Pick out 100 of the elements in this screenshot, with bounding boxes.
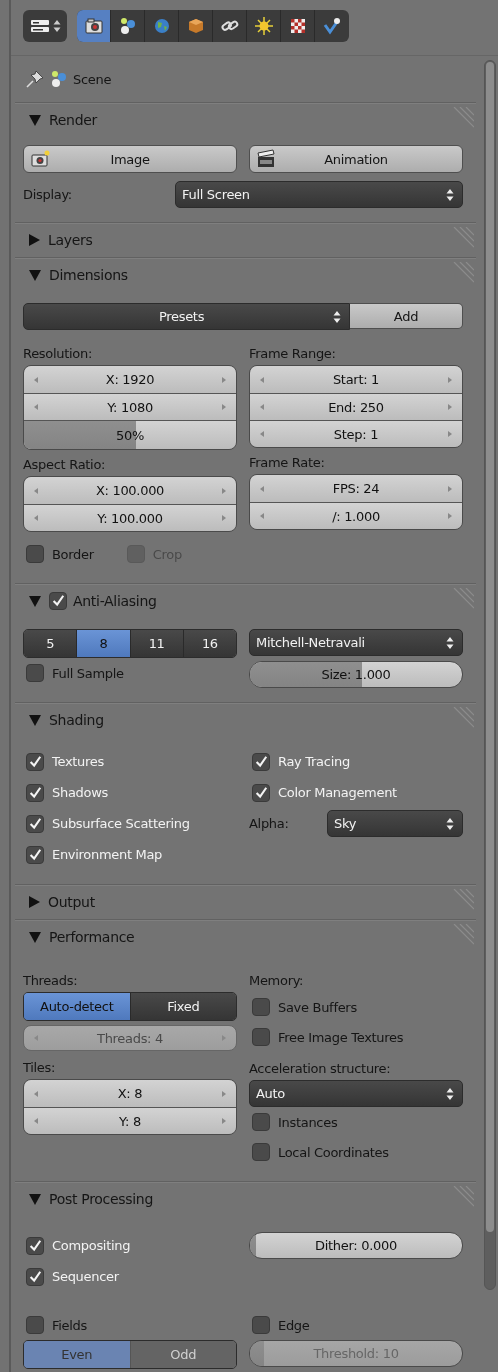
spheres-icon: [49, 69, 69, 89]
right-arrow-icon: [222, 376, 226, 383]
slider[interactable]: Size: 1.000: [249, 661, 463, 688]
left-arrow-icon: [34, 376, 38, 383]
number-field[interactable]: /: 1.000: [250, 502, 462, 529]
scrollbar[interactable]: [484, 60, 496, 1290]
checkbox[interactable]: [252, 752, 270, 771]
toggle-button[interactable]: 16: [183, 630, 236, 657]
checkbox-label[interactable]: Save Buffers: [278, 999, 357, 1015]
number-field[interactable]: End: 250: [250, 393, 462, 420]
panel-title[interactable]: Post Processing: [49, 1191, 153, 1207]
disclosure-triangle-icon[interactable]: [29, 269, 41, 281]
right-arrow-icon: [222, 404, 226, 410]
add-button[interactable]: Add: [350, 303, 463, 329]
number-field[interactable]: Step: 1: [250, 420, 462, 447]
toggle-button[interactable]: 8: [77, 630, 131, 657]
right-arrow-icon: [222, 515, 226, 521]
pin-icon[interactable]: [25, 69, 45, 89]
checkbox-label[interactable]: Color Management: [278, 785, 397, 800]
disclosure-triangle-icon[interactable]: [29, 714, 41, 726]
dropdown[interactable]: Auto: [249, 1080, 463, 1107]
checkbox[interactable]: [252, 783, 270, 802]
checkbox[interactable]: [26, 1267, 44, 1286]
toggle-button[interactable]: Auto-detect: [24, 993, 131, 1020]
checkbox-label[interactable]: Textures: [52, 754, 104, 769]
slider[interactable]: Dither: 0.000: [249, 1232, 463, 1259]
disclosure-triangle-icon[interactable]: [29, 234, 40, 246]
checkbox-label[interactable]: Environment Map: [52, 847, 163, 862]
checkbox[interactable]: [252, 1316, 270, 1334]
panel-title[interactable]: Render: [49, 112, 98, 128]
number-field[interactable]: X: 100.000: [24, 477, 236, 504]
group-label: Resolution:: [23, 345, 93, 363]
clapperboard-icon: [256, 149, 276, 169]
group-label: Tiles:: [23, 1059, 57, 1077]
group-label: Frame Range:: [249, 345, 337, 363]
left-arrow-icon: [260, 513, 264, 519]
toggle-button[interactable]: Even: [24, 1341, 131, 1368]
slider[interactable]: 50%: [24, 420, 236, 449]
panel-title[interactable]: Anti-Aliasing: [73, 593, 157, 609]
dropdown[interactable]: Sky: [327, 810, 463, 837]
checkbox[interactable]: [252, 1143, 270, 1161]
checkbox[interactable]: [252, 1113, 270, 1131]
checkbox[interactable]: [26, 545, 44, 563]
checkbox-label[interactable]: Fields: [52, 1317, 87, 1333]
checkbox[interactable]: [26, 664, 44, 682]
up-down-arrows-icon: [52, 19, 61, 33]
panel-title[interactable]: Layers: [48, 232, 93, 248]
render-button[interactable]: Image: [23, 145, 237, 173]
presets-dropdown[interactable]: Presets: [23, 303, 350, 330]
checkbox[interactable]: [26, 752, 44, 771]
render-button[interactable]: Animation: [249, 145, 463, 173]
number-field[interactable]: Y: 100.000: [24, 504, 236, 531]
checkbox-label[interactable]: Full Sample: [52, 665, 124, 681]
number-field[interactable]: X: 8: [24, 1080, 236, 1107]
toggle-button[interactable]: Odd: [130, 1341, 236, 1368]
toggle-button[interactable]: 5: [24, 630, 78, 657]
checkbox-label[interactable]: Compositing: [52, 1238, 131, 1253]
checkbox-label[interactable]: Edge: [278, 1317, 310, 1333]
checkbox-label[interactable]: Border: [52, 546, 94, 562]
number-field[interactable]: FPS: 24: [250, 475, 462, 502]
toggle-button[interactable]: 11: [130, 630, 184, 657]
disclosure-triangle-icon[interactable]: [29, 1193, 41, 1205]
checkbox[interactable]: [26, 814, 44, 833]
checkbox[interactable]: [26, 1236, 44, 1255]
right-arrow-icon: [448, 404, 452, 410]
number-field[interactable]: Start: 1: [250, 366, 462, 393]
checkbox-label[interactable]: Ray Tracing: [278, 754, 350, 769]
group-label: Threads:: [23, 972, 79, 990]
checkbox-label[interactable]: Local Coordinates: [278, 1144, 389, 1160]
checkbox-label[interactable]: Sequencer: [52, 1269, 119, 1284]
left-arrow-icon: [34, 515, 38, 521]
panel-title[interactable]: Dimensions: [49, 267, 128, 283]
checkbox[interactable]: [49, 592, 67, 610]
panel-title[interactable]: Shading: [49, 712, 104, 728]
checkbox[interactable]: [26, 783, 44, 802]
disclosure-triangle-icon[interactable]: [29, 114, 41, 126]
field-label: Display:: [23, 187, 73, 202]
checkbox-label[interactable]: Free Image Textures: [278, 1029, 404, 1045]
checkbox-label[interactable]: Subsurface Scattering: [52, 816, 190, 831]
slider[interactable]: Threshold: 10: [249, 1340, 463, 1367]
checkbox-label[interactable]: Instances: [278, 1114, 338, 1130]
camera-icon: [83, 16, 104, 36]
checkbox[interactable]: [252, 1028, 270, 1046]
panel-title[interactable]: Performance: [49, 929, 135, 945]
dropdown[interactable]: Mitchell-Netravali: [249, 629, 463, 656]
checkbox[interactable]: [26, 1316, 44, 1334]
checkbox-label[interactable]: Shadows: [52, 785, 108, 800]
left-arrow-icon: [260, 404, 264, 410]
disclosure-triangle-icon[interactable]: [29, 931, 41, 943]
checkbox[interactable]: [252, 998, 270, 1016]
number-field[interactable]: Y: 8: [24, 1107, 236, 1134]
disclosure-triangle-icon[interactable]: [29, 896, 40, 908]
number-field[interactable]: Y: 1080: [24, 393, 236, 420]
checkbox[interactable]: [26, 845, 44, 864]
editor-type-selector[interactable]: [23, 10, 67, 42]
dropdown[interactable]: Full Screen: [175, 181, 463, 208]
panel-title[interactable]: Output: [48, 894, 95, 910]
tab[interactable]: [77, 10, 111, 42]
toggle-button[interactable]: Fixed: [130, 993, 236, 1020]
number-field[interactable]: X: 1920: [24, 366, 236, 393]
